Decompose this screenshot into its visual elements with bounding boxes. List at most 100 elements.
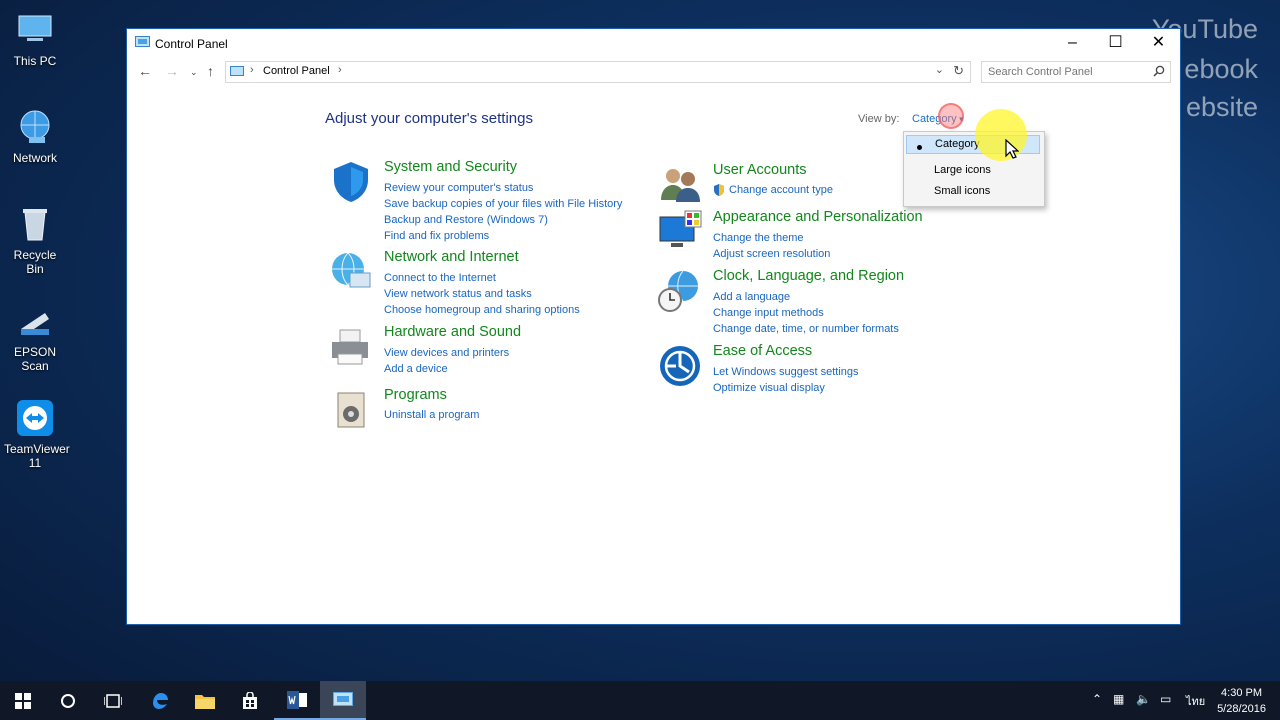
back-arrow-icon[interactable]: ← xyxy=(138,63,152,79)
uac-shield-icon xyxy=(714,184,724,196)
this-pc-icon xyxy=(18,15,52,41)
breadcrumb-chevron-icon[interactable]: › xyxy=(338,64,342,76)
teamviewer-icon xyxy=(17,400,53,436)
desktop-icon-recycle-bin[interactable]: Recycle Bin xyxy=(4,204,66,276)
desktop-icon-teamviewer[interactable]: TeamViewer 11 xyxy=(4,398,70,470)
cortana-button[interactable] xyxy=(45,681,91,720)
recent-locations-chevron-icon[interactable]: ⌄ xyxy=(190,67,198,78)
link-optimize-display[interactable]: Optimize visual display xyxy=(713,380,859,396)
programs-icon[interactable] xyxy=(328,387,374,433)
watermark-facebook: ebook xyxy=(1184,54,1258,84)
category-hardware-and-sound: Hardware and Sound View devices and prin… xyxy=(328,324,648,377)
link-add-language[interactable]: Add a language xyxy=(713,289,899,305)
users-icon[interactable] xyxy=(657,162,703,208)
view-option-label: Category xyxy=(935,138,980,150)
control-panel-taskbar-button[interactable] xyxy=(320,681,366,720)
clock-time: 4:30 PM xyxy=(1221,687,1263,699)
category-title[interactable]: Programs xyxy=(384,387,447,403)
clock-globe-icon[interactable] xyxy=(657,268,703,314)
desktop-icon-label: This PC xyxy=(13,54,57,68)
selected-bullet-icon xyxy=(917,145,922,150)
navigation-bar: ← → ⌄ ↑ › Control Panel › ⌄ ↻ xyxy=(127,59,1180,85)
mouse-cursor-icon xyxy=(1005,139,1019,159)
address-dropdown-icon[interactable]: ⌄ xyxy=(935,63,944,76)
link-uninstall-program[interactable]: Uninstall a program xyxy=(384,407,479,423)
show-hidden-icons-chevron[interactable]: ⌃ xyxy=(1092,692,1102,706)
click-indicator xyxy=(938,103,964,129)
link-devices-printers[interactable]: View devices and printers xyxy=(384,345,509,361)
link-file-history[interactable]: Save backup copies of your files with Fi… xyxy=(384,196,622,212)
address-bar[interactable]: › Control Panel › ⌄ ↻ xyxy=(225,61,971,83)
monitor-palette-icon[interactable] xyxy=(657,209,703,255)
breadcrumb-chevron-icon[interactable]: › xyxy=(250,64,254,76)
watermark-website: ebsite xyxy=(1185,92,1258,122)
volume-tray-icon[interactable]: 🔈 xyxy=(1136,692,1151,706)
title-bar[interactable]: Control Panel – ☐ ✕ xyxy=(127,29,1180,57)
link-date-time-formats[interactable]: Change date, time, or number formats xyxy=(713,321,899,337)
category-network-and-internet: Network and Internet Connect to the Inte… xyxy=(328,249,648,318)
view-option-small-icons[interactable]: Small icons xyxy=(934,185,990,197)
category-clock-language-region: Clock, Language, and Region Add a langua… xyxy=(657,268,977,337)
store-bag-icon xyxy=(243,691,257,709)
view-option-large-icons[interactable]: Large icons xyxy=(934,164,991,176)
notification-message-icon[interactable]: ▭ xyxy=(1160,692,1171,706)
link-screen-resolution[interactable]: Adjust screen resolution xyxy=(713,246,830,262)
store-taskbar-button[interactable] xyxy=(227,681,273,720)
scanner-icon xyxy=(21,313,49,335)
category-title[interactable]: System and Security xyxy=(384,159,517,175)
recycle-bin-icon xyxy=(23,209,47,241)
category-title[interactable]: Hardware and Sound xyxy=(384,324,521,340)
link-input-methods[interactable]: Change input methods xyxy=(713,305,899,321)
category-title[interactable]: Appearance and Personalization xyxy=(713,209,923,225)
link-backup-restore[interactable]: Backup and Restore (Windows 7) xyxy=(384,212,622,228)
refresh-icon[interactable]: ↻ xyxy=(953,63,964,79)
category-title[interactable]: Ease of Access xyxy=(713,343,812,359)
search-icon[interactable] xyxy=(1153,65,1165,77)
search-box[interactable] xyxy=(981,61,1171,83)
desktop-icon-network[interactable]: Network xyxy=(4,107,66,165)
desktop-icon-this-pc[interactable]: This PC xyxy=(4,10,66,68)
taskbar: ⌃ ▦ 🔈 ▭ ไทย 4:30 PM 5/28/2016 xyxy=(0,681,1280,720)
link-homegroup-sharing[interactable]: Choose homegroup and sharing options xyxy=(384,302,580,318)
search-input[interactable] xyxy=(982,63,1148,81)
word-icon xyxy=(287,690,307,709)
globe-network-icon[interactable] xyxy=(328,249,374,295)
printer-icon[interactable] xyxy=(328,324,374,370)
language-indicator[interactable]: ไทย xyxy=(1186,692,1205,710)
forward-arrow-icon[interactable]: → xyxy=(165,63,179,79)
cursor-highlight xyxy=(975,109,1027,161)
edge-taskbar-button[interactable] xyxy=(137,681,183,720)
start-button[interactable] xyxy=(0,681,46,720)
link-connect-internet[interactable]: Connect to the Internet xyxy=(384,270,580,286)
desktop-icon-epson-scan[interactable]: EPSON Scan xyxy=(4,301,66,373)
folder-icon xyxy=(195,694,215,709)
link-network-status[interactable]: View network status and tasks xyxy=(384,286,580,302)
category-appearance-and-personalization: Appearance and Personalization Change th… xyxy=(657,209,977,262)
minimize-button[interactable]: – xyxy=(1051,29,1094,57)
task-view-button[interactable] xyxy=(90,681,136,720)
link-add-device[interactable]: Add a device xyxy=(384,361,509,377)
shield-icon[interactable] xyxy=(328,159,374,205)
control-panel-small-icon xyxy=(230,66,244,76)
close-button[interactable]: ✕ xyxy=(1137,29,1180,57)
control-panel-taskbar-icon xyxy=(333,691,353,706)
up-arrow-icon[interactable]: ↑ xyxy=(207,63,214,79)
category-title[interactable]: Network and Internet xyxy=(384,249,519,265)
network-tray-icon[interactable]: ▦ xyxy=(1113,692,1124,706)
control-panel-window: Control Panel – ☐ ✕ ← → ⌄ ↑ › Control Pa… xyxy=(126,28,1181,625)
link-find-fix-problems[interactable]: Find and fix problems xyxy=(384,228,622,244)
breadcrumb-control-panel[interactable]: Control Panel xyxy=(263,65,330,77)
link-review-status[interactable]: Review your computer's status xyxy=(384,180,622,196)
category-title[interactable]: Clock, Language, and Region xyxy=(713,268,904,284)
file-explorer-taskbar-button[interactable] xyxy=(182,681,228,720)
ease-of-access-icon[interactable] xyxy=(657,343,703,389)
link-windows-suggest[interactable]: Let Windows suggest settings xyxy=(713,364,859,380)
maximize-button[interactable]: ☐ xyxy=(1094,29,1137,57)
link-change-account-type[interactable]: Change account type xyxy=(713,182,833,198)
windows-logo-icon xyxy=(15,692,31,709)
taskbar-clock[interactable]: 4:30 PM 5/28/2016 xyxy=(1217,685,1266,717)
word-taskbar-button[interactable] xyxy=(274,681,320,720)
category-title[interactable]: User Accounts xyxy=(713,162,807,178)
link-change-theme[interactable]: Change the theme xyxy=(713,230,830,246)
control-panel-icon xyxy=(135,36,150,47)
